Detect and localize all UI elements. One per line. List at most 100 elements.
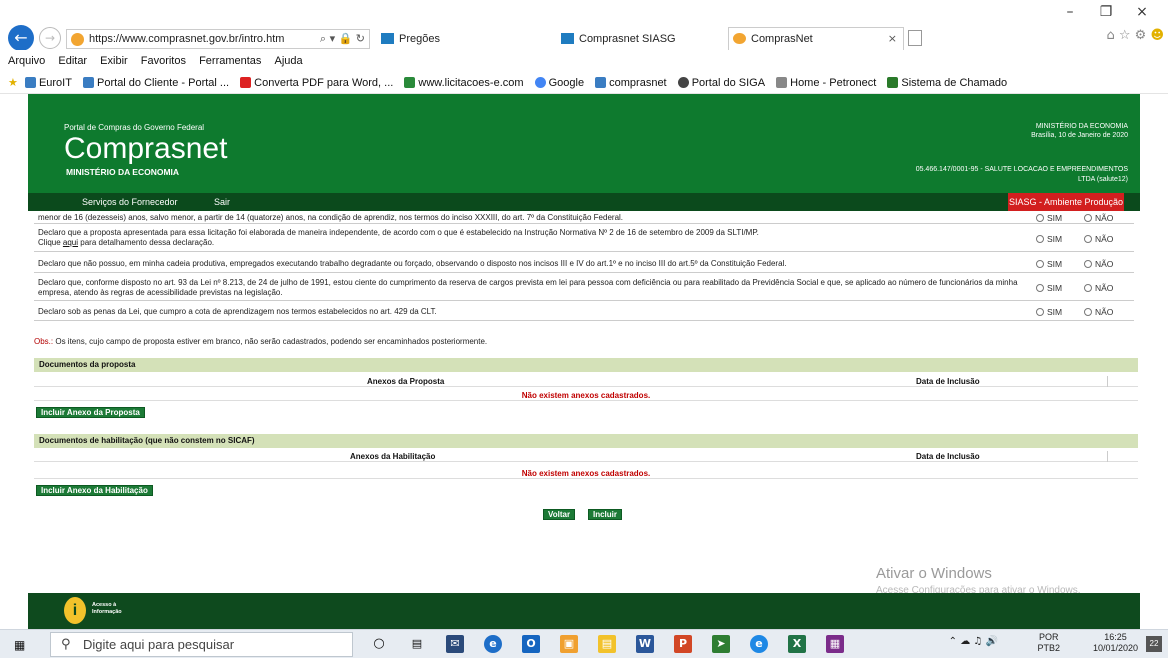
fav-comprasnet[interactable]: comprasnet [595,72,667,93]
fav-portal-siga[interactable]: Portal do SIGA [677,72,765,93]
page-icon [24,77,36,88]
page-icon [83,77,95,88]
clock[interactable]: 16:25 10/01/2020 [1093,632,1138,654]
incluir-anexo-habilitacao-button[interactable]: Incluir Anexo da Habilitação [36,485,153,496]
radio-nao[interactable]: NÃO [1084,259,1113,269]
tab-comprasnet[interactable]: ComprasNet × [728,27,904,50]
radio-icon [1036,284,1044,292]
browser-titlebar: ← → https://www.comprasnet.gov.br/intro.… [0,0,1168,51]
declaration-row: Declaro que a proposta apresentada para … [34,226,1134,252]
home-icon[interactable]: ⌂ [1106,28,1114,43]
fav-google[interactable]: Google [534,72,584,93]
edge-icon[interactable]: e [484,635,502,653]
site-icon [595,77,607,88]
incluir-button[interactable]: Incluir [588,509,623,520]
habilitacao-table-header: Anexos da Habilitação Data de Inclusão [34,451,1138,462]
col-anexos-proposta: Anexos da Proposta [367,377,445,386]
file-explorer-icon[interactable]: ▤ [598,635,616,653]
radio-icon [1084,214,1092,222]
acesso-informacao-label[interactable]: Acesso à Informação [92,602,122,616]
proposta-table-header: Anexos da Proposta Data de Inclusão [34,376,1138,387]
incluir-anexo-proposta-button[interactable]: Incluir Anexo da Proposta [36,407,145,418]
search-placeholder: Digite aqui para pesquisar [83,637,235,652]
fav-petronect[interactable]: Home - Petronect [776,72,876,93]
fav-portal-cliente[interactable]: Portal do Cliente - Portal ... [83,72,229,93]
windows-start-icon[interactable]: ▦ [14,638,25,652]
acesso-informacao-icon[interactable]: i [64,597,86,624]
menu-arquivo[interactable]: Arquivo [8,55,45,67]
system-tray-icons[interactable]: ⌃ ☁ ♫ 🔊 [949,636,998,647]
screen: { "browser": { "url": "https://www.compr… [0,0,1168,658]
declaration-text: Declaro sob as penas da Lei, que cumpro … [38,307,437,316]
radio-sim[interactable]: SIM [1036,234,1062,244]
close-icon[interactable]: × [1124,4,1160,20]
radio-sim[interactable]: SIM [1036,283,1062,293]
site-icon [71,33,84,46]
portal-subtitle: Portal de Compras do Governo Federal [64,123,205,132]
language-indicator[interactable]: POR PTB2 [1037,632,1060,654]
address-bar[interactable]: https://www.comprasnet.gov.br/intro.htm … [66,29,370,49]
back-button[interactable]: ← [8,25,34,51]
minimize-icon[interactable]: – [1052,4,1088,20]
tab-pregoes[interactable]: Pregões [376,27,546,50]
col-data-inclusao: Data de Inclusão [916,377,980,386]
menu-exibir[interactable]: Exibir [100,55,128,67]
address-tools-icon[interactable]: ⌕ ▾ 🔒 ↻ [320,30,365,48]
cortana-icon[interactable]: ○ [370,635,388,653]
maximize-icon[interactable]: ❐ [1088,4,1124,20]
notifications-icon[interactable]: 22 [1146,636,1162,652]
outlook-icon[interactable]: O [522,635,540,653]
store-icon[interactable]: ▣ [560,635,578,653]
internet-explorer-icon[interactable]: e [750,635,768,653]
fav-sistema-chamado[interactable]: Sistema de Chamado [887,72,1007,93]
radio-nao[interactable]: NÃO [1084,234,1113,244]
voltar-button[interactable]: Voltar [543,509,576,520]
window-controls: – ❐ × [1052,4,1160,20]
smiley-icon[interactable]: ☻ [1150,28,1164,43]
tab-comprasnet-siasg[interactable]: Comprasnet SIASG [556,27,722,50]
site-logo[interactable]: Comprasnet [64,132,227,166]
menu-ferramentas[interactable]: Ferramentas [199,55,261,67]
fav-euroit[interactable]: EuroIT [24,72,72,93]
close-tab-icon[interactable]: × [888,28,897,50]
observation-note: Obs.: Os itens, cujo campo de proposta e… [34,337,487,346]
column-divider [1107,451,1108,462]
mail-icon[interactable]: ✉ [446,635,464,653]
radio-nao[interactable]: NÃO [1084,307,1113,317]
nav-sair[interactable]: Sair [214,193,230,211]
column-divider [1107,376,1108,387]
favorites-star-icon[interactable]: ★ [8,76,18,89]
detail-link[interactable]: aqui [63,238,78,247]
forward-button[interactable]: → [39,27,61,49]
word-icon[interactable]: W [636,635,654,653]
fav-licitacoes[interactable]: www.licitacoes-e.com [404,72,524,93]
menu-favoritos[interactable]: Favoritos [141,55,186,67]
fav-converta-pdf[interactable]: Converta PDF para Word, ... [240,72,393,93]
app-icon[interactable]: ➤ [712,635,730,653]
declaration-row: menor de 16 (dezesseis) anos, salvo meno… [34,211,1134,224]
radio-sim[interactable]: SIM [1036,213,1062,223]
obs-label: Obs.: [34,337,54,346]
radio-sim[interactable]: SIM [1036,307,1062,317]
radio-icon [1084,307,1092,316]
menu-editar[interactable]: Editar [58,55,87,67]
company-info: 05.466.147/0001-95 - SALUTE LOCACAO E EM… [915,166,1128,173]
powerpoint-icon[interactable]: P [674,635,692,653]
taskbar-search[interactable]: ⚲ Digite aqui para pesquisar [50,632,353,657]
radio-nao[interactable]: NÃO [1084,213,1113,223]
favorites-bar: ★ EuroIT Portal do Cliente - Portal ... … [0,72,1168,94]
task-view-icon[interactable]: ▤ [408,635,426,653]
radio-icon [1036,259,1044,268]
radio-nao[interactable]: NÃO [1084,283,1113,293]
excel-icon[interactable]: X [788,635,806,653]
nav-servicos-fornecedor[interactable]: Serviços do Fornecedor [82,193,178,211]
app-icon[interactable]: ▦ [826,635,844,653]
new-tab-button[interactable] [908,30,922,46]
menu-bar: Arquivo Editar Exibir Favoritos Ferramen… [0,50,1168,72]
radio-sim[interactable]: SIM [1036,259,1062,269]
favorites-star-icon[interactable]: ☆ [1119,28,1131,43]
menu-ajuda[interactable]: Ajuda [274,55,302,67]
col-anexos-habilitacao: Anexos da Habilitação [350,452,436,461]
declaration-row: Declaro que não possuo, em minha cadeia … [34,255,1134,273]
settings-gear-icon[interactable]: ⚙ [1135,28,1147,43]
